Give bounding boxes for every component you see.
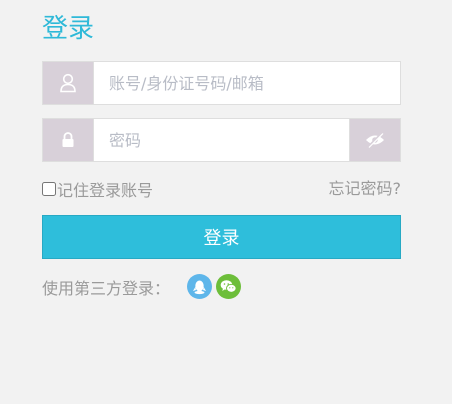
remember-account[interactable]: 记住登录账号 (42, 178, 153, 200)
forgot-password-link[interactable]: 忘记密码? (329, 178, 402, 200)
lock-icon (43, 119, 94, 161)
remember-checkbox[interactable] (42, 182, 56, 196)
password-input[interactable] (94, 119, 351, 161)
password-field (42, 118, 401, 162)
wechat-icon[interactable] (216, 274, 241, 299)
eye-slash-icon[interactable] (349, 119, 400, 161)
username-field (42, 61, 401, 105)
qq-icon[interactable] (187, 274, 212, 299)
remember-label: 记住登录账号 (57, 181, 154, 200)
login-button[interactable]: 登录 (42, 215, 401, 259)
page-title: 登录 (42, 14, 95, 44)
username-input[interactable] (94, 62, 400, 104)
user-icon (43, 62, 94, 104)
third-party-login-label: 使用第三方登录： (42, 279, 171, 298)
